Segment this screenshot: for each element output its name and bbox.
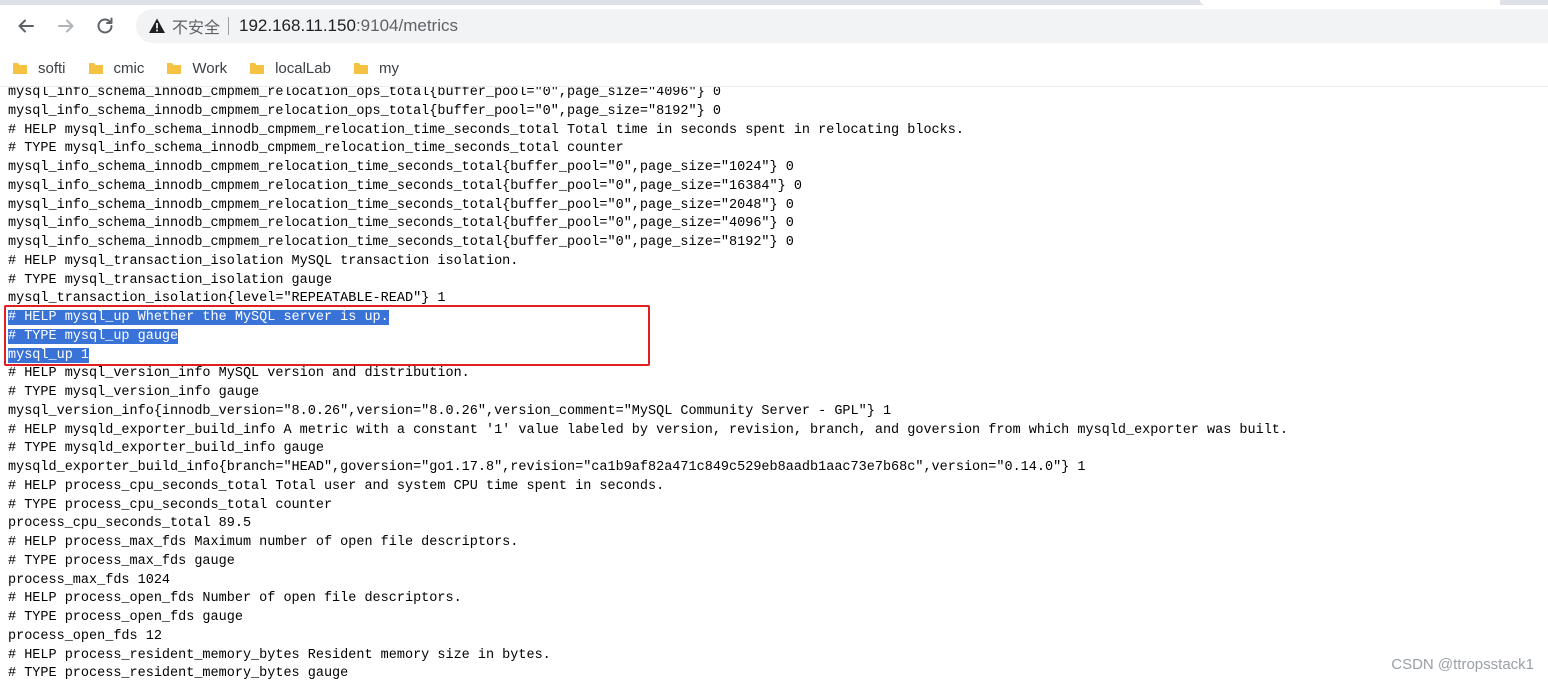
page-content: mysql_info_schema_innodb_cmpmem_relocati…	[0, 87, 1548, 681]
metric-line: # HELP mysql_transaction_isolation MySQL…	[8, 253, 1288, 272]
browser-toolbar: 不安全 192.168.11.150:9104/metrics	[0, 0, 1548, 50]
folder-icon	[250, 63, 265, 74]
metric-line: # HELP mysql_info_schema_innodb_cmpmem_r…	[8, 122, 1288, 141]
metric-line-text: # HELP process_resident_memory_bytes Res…	[8, 647, 551, 663]
metric-line: mysql_version_info{innodb_version="8.0.2…	[8, 403, 1288, 422]
tab-strip	[0, 0, 1548, 5]
metric-line-text: # TYPE process_open_fds gauge	[8, 610, 243, 625]
bookmark-label: my	[378, 59, 399, 77]
address-bar[interactable]: 不安全 192.168.11.150:9104/metrics	[136, 9, 1548, 43]
metric-line: process_max_fds 1024	[8, 572, 1288, 591]
red-highlight-box	[4, 305, 650, 366]
metric-line-text: mysql_version_info{innodb_version="8.0.2…	[8, 403, 892, 419]
metric-line-text: mysql_info_schema_innodb_cmpmem_relocati…	[8, 197, 794, 213]
metric-line: # TYPE mysqld_exporter_build_info gauge	[8, 440, 1288, 459]
metric-line: # TYPE mysql_version_info gauge	[8, 384, 1288, 403]
metric-line-text: mysql_info_schema_innodb_cmpmem_relocati…	[8, 160, 794, 175]
metric-line: mysql_info_schema_innodb_cmpmem_relocati…	[8, 197, 1288, 216]
metric-line-text: # TYPE mysql_transaction_isolation gauge	[8, 272, 333, 288]
metric-line-text: # TYPE process_resident_memory_bytes gau…	[8, 666, 349, 681]
metric-line: mysql_info_schema_innodb_cmpmem_relocati…	[8, 234, 1288, 253]
metric-line-text: # TYPE process_cpu_seconds_total counter	[8, 497, 333, 513]
metric-line-text: mysql_info_schema_innodb_cmpmem_relocati…	[8, 87, 721, 100]
metric-line: mysql_info_schema_innodb_cmpmem_relocati…	[8, 103, 1288, 122]
metric-line-text: mysql_info_schema_innodb_cmpmem_relocati…	[8, 103, 721, 119]
metric-line-text: process_max_fds 1024	[8, 572, 171, 588]
reload-button[interactable]	[92, 13, 118, 39]
metric-line: # TYPE process_resident_memory_bytes gau…	[8, 665, 1288, 681]
bookmark-cmic[interactable]: cmic	[88, 54, 145, 82]
back-button[interactable]	[13, 13, 39, 39]
address-separator	[228, 17, 230, 35]
folder-icon	[353, 63, 368, 74]
metric-line-text: # HELP process_open_fds Number of open f…	[8, 591, 462, 607]
metric-line: mysql_info_schema_innodb_cmpmem_relocati…	[8, 215, 1288, 234]
metric-line-text: # HELP mysql_version_info MySQL version …	[8, 366, 470, 382]
metric-line: process_open_fds 12	[8, 628, 1288, 647]
metric-line: # TYPE process_max_fds gauge	[8, 553, 1288, 572]
metric-line-text: mysql_info_schema_innodb_cmpmem_relocati…	[8, 216, 794, 232]
url-host: 192.168.11.150	[239, 16, 356, 35]
url-text[interactable]: 192.168.11.150:9104/metrics	[239, 16, 458, 36]
reload-icon	[97, 17, 113, 34]
bookmark-softi[interactable]: softi	[12, 54, 66, 82]
metric-line: process_cpu_seconds_total 89.5	[8, 515, 1288, 534]
metric-line-text: # TYPE mysql_info_schema_innodb_cmpmem_r…	[8, 141, 624, 157]
metric-line-text: mysql_transaction_isolation{level="REPEA…	[8, 291, 446, 307]
metric-line: # HELP mysqld_exporter_build_info A metr…	[8, 422, 1288, 441]
metrics-text: mysql_info_schema_innodb_cmpmem_relocati…	[8, 87, 1288, 681]
metric-line-text: process_cpu_seconds_total 89.5	[8, 516, 252, 532]
url-path: :9104/metrics	[355, 16, 458, 35]
bookmark-label: softi	[38, 59, 66, 77]
metric-line-text: mysql_info_schema_innodb_cmpmem_relocati…	[8, 235, 794, 250]
metric-line-text: # HELP mysqld_exporter_build_info A metr…	[8, 422, 1289, 438]
bookmark-label: localLab	[275, 59, 331, 77]
bookmark-locallab[interactable]: localLab	[249, 54, 331, 82]
metric-line-text: # HELP process_max_fds Maximum number of…	[8, 535, 519, 550]
metric-line: # HELP process_max_fds Maximum number of…	[8, 534, 1288, 553]
folder-icon	[167, 63, 182, 74]
metric-line: mysqld_exporter_build_info{branch="HEAD"…	[8, 459, 1288, 478]
metric-line: # HELP process_resident_memory_bytes Res…	[8, 647, 1288, 666]
warning-icon[interactable]	[148, 17, 166, 35]
metric-line: # TYPE process_open_fds gauge	[8, 609, 1288, 628]
metric-line: # HELP mysql_version_info MySQL version …	[8, 365, 1288, 384]
metric-line-text: # TYPE mysqld_exporter_build_info gauge	[8, 441, 324, 457]
metric-line-text: # HELP process_cpu_seconds_total Total u…	[8, 478, 665, 494]
metric-line-text: # HELP mysql_info_schema_innodb_cmpmem_r…	[8, 122, 964, 138]
metric-line-text: mysql_info_schema_innodb_cmpmem_relocati…	[8, 178, 802, 194]
watermark: CSDN @ttropsstack1	[1391, 656, 1534, 673]
forward-button[interactable]	[53, 13, 79, 39]
bookmarks-bar: softi cmic Work localLab my	[0, 50, 1548, 86]
metric-line: # HELP process_cpu_seconds_total Total u…	[8, 478, 1288, 497]
metric-line: mysql_info_schema_innodb_cmpmem_relocati…	[8, 178, 1288, 197]
bookmark-label: cmic	[113, 59, 145, 77]
bookmark-label: Work	[192, 59, 228, 77]
metric-line-text: # TYPE process_max_fds gauge	[8, 553, 235, 569]
metric-line: # TYPE mysql_info_schema_innodb_cmpmem_r…	[8, 140, 1288, 159]
metric-line: # TYPE mysql_transaction_isolation gauge	[8, 272, 1288, 291]
metric-line: mysql_info_schema_innodb_cmpmem_relocati…	[8, 159, 1288, 178]
metric-line-text: # TYPE mysql_version_info gauge	[8, 385, 260, 400]
metric-line: # HELP process_open_fds Number of open f…	[8, 590, 1288, 609]
folder-icon	[88, 63, 103, 74]
folder-icon	[13, 63, 27, 74]
metric-line-text: # HELP mysql_transaction_isolation MySQL…	[8, 253, 519, 269]
arrow-right-icon	[58, 19, 74, 33]
bookmark-my[interactable]: my	[353, 54, 399, 82]
bookmark-work[interactable]: Work	[166, 54, 227, 82]
metric-line-text: mysqld_exporter_build_info{branch="HEAD"…	[8, 460, 1086, 475]
metric-line: mysql_info_schema_innodb_cmpmem_relocati…	[8, 87, 1288, 103]
metric-line-text: process_open_fds 12	[8, 628, 162, 644]
arrow-left-icon	[18, 19, 34, 33]
metric-line: # TYPE process_cpu_seconds_total counter	[8, 497, 1288, 516]
insecure-label[interactable]: 不安全	[172, 14, 220, 38]
